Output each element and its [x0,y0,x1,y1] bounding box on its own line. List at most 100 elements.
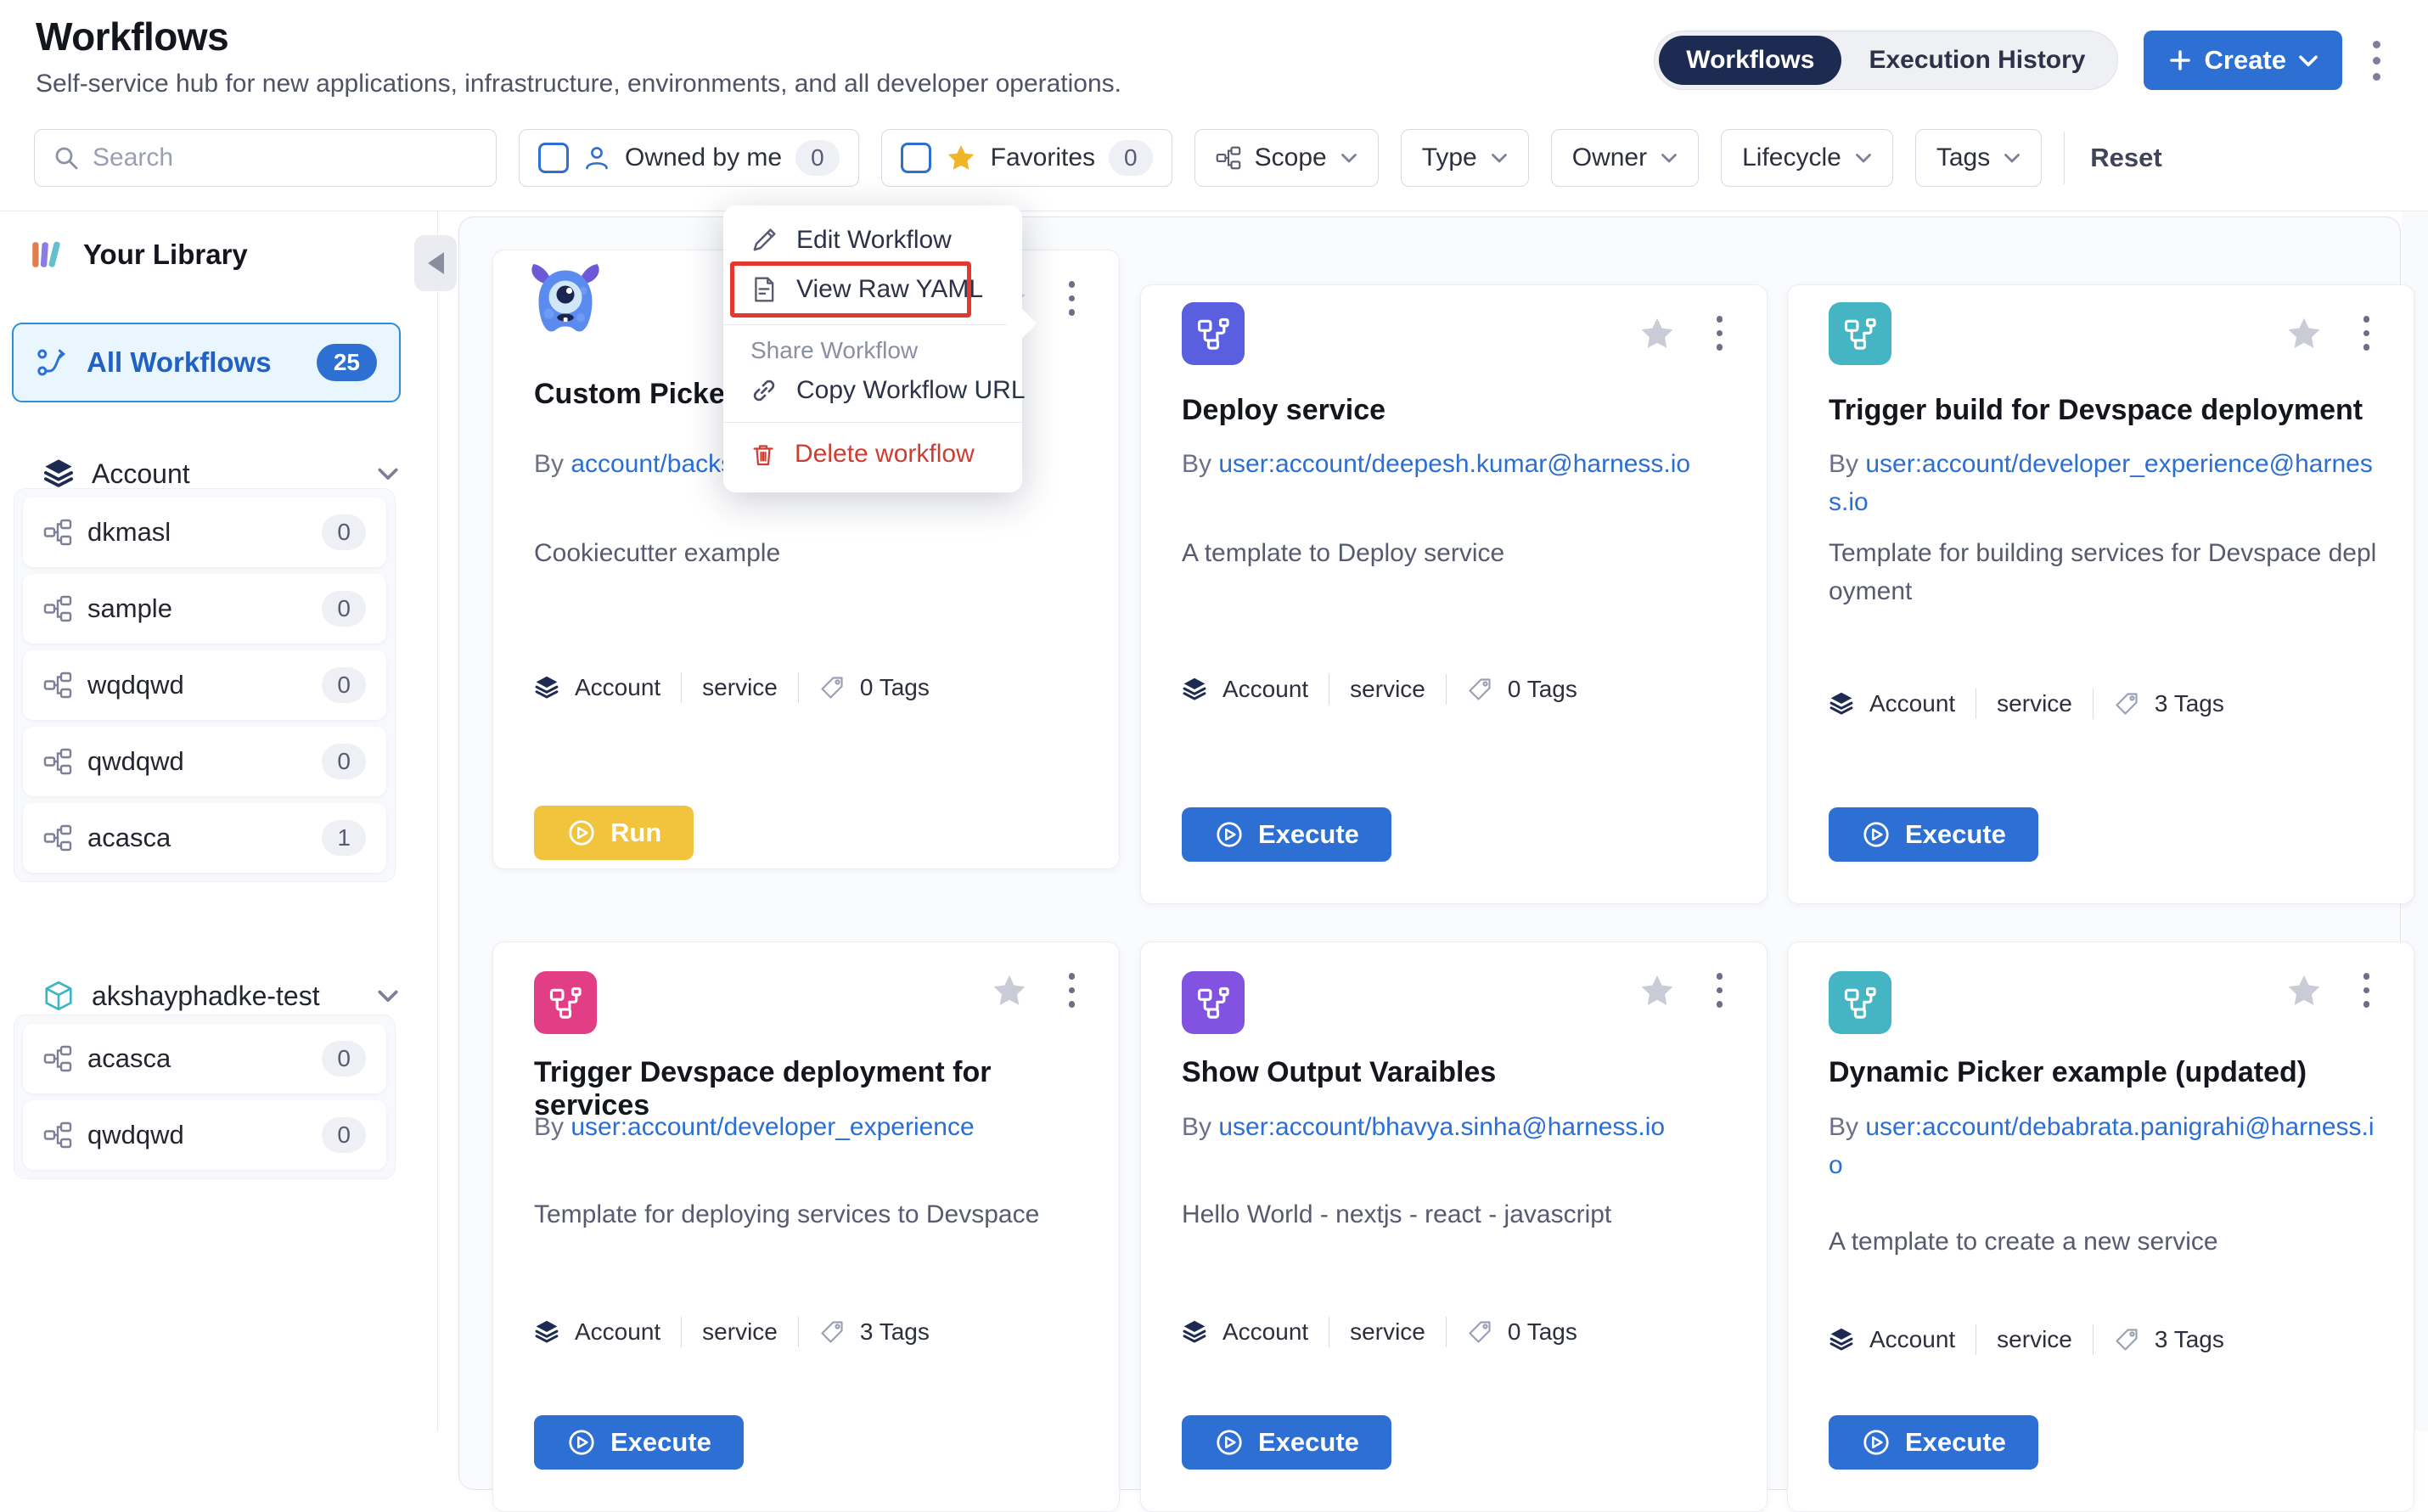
chevron-down-icon[interactable] [377,989,399,1003]
menu-item-copy-workflow-url[interactable]: Copy Workflow URL [723,368,1022,413]
owner-link[interactable]: user:account/debabrata.panigrahi@harness… [1829,1113,2375,1179]
sidebar-group-account[interactable]: Account [42,458,399,490]
card-overflow-menu[interactable] [2363,973,2370,1015]
owner-link[interactable]: user:account/deepesh.kumar@harness.io [1218,450,1690,478]
card-scope: Account [1869,1326,1955,1353]
chevron-down-icon[interactable] [377,467,399,481]
execute-button[interactable]: Execute [1182,1415,1391,1470]
create-button[interactable]: Create [2144,31,2343,90]
by-label: By [1182,450,1211,478]
favorites-checkbox[interactable] [901,143,931,173]
card-overflow-menu[interactable] [1069,973,1076,1015]
execute-button[interactable]: Execute [1182,807,1391,862]
library-sidebar: Your Library All Workflows 25 Account dk… [0,211,438,1431]
owner-link[interactable]: user:account/developer_experience@harnes… [1829,450,2373,516]
sidebar-collapse-button[interactable] [414,235,457,291]
workflow-tile-icon [1182,302,1245,365]
sidebar-item-qwdqwd[interactable]: qwdqwd 0 [23,727,386,796]
sidebar-item-qwdqwd-2[interactable]: qwdqwd 0 [23,1100,386,1170]
cube-icon [42,980,75,1012]
scope-dropdown-label: Scope [1255,143,1327,172]
reset-filters-button[interactable]: Reset [2090,143,2161,173]
sidebar-item-acasca[interactable]: acasca 1 [23,803,386,873]
owner-link[interactable]: account/backs [570,450,733,478]
card-tags: 0 Tags [1508,1318,1577,1346]
card-tags: 0 Tags [860,674,930,701]
sidebar-item-label: qwdqwd [87,1120,184,1150]
layers-icon [534,675,559,700]
sidebar-group-akshayphadke-test[interactable]: akshayphadke-test [42,980,399,1012]
create-button-label: Create [2205,45,2287,76]
card-type: service [702,1318,778,1346]
lifecycle-dropdown[interactable]: Lifecycle [1721,129,1893,187]
workflow-card-deploy-service[interactable]: Deploy service By user:account/deepesh.k… [1140,284,1768,904]
sidebar-item-label: wqdqwd [87,670,184,700]
sidebar-item-dkmasl[interactable]: dkmasl 0 [23,497,386,567]
run-button[interactable]: Run [534,806,694,860]
sidebar-item-acasca-2[interactable]: acasca 0 [23,1024,386,1093]
tags-dropdown[interactable]: Tags [1915,129,2042,187]
owner-dropdown[interactable]: Owner [1551,129,1699,187]
tab-execution-history[interactable]: Execution History [1841,36,2112,85]
sidebar-item-count: 0 [322,667,366,703]
tag-icon [1467,1319,1492,1345]
menu-divider [723,422,1022,423]
sidebar-item-sample[interactable]: sample 0 [23,574,386,644]
menu-item-edit-workflow[interactable]: Edit Workflow [723,217,1022,263]
execute-button[interactable]: Execute [534,1415,744,1470]
menu-item-view-raw-yaml[interactable]: View Raw YAML [723,263,1010,316]
menu-item-delete-workflow[interactable]: Delete workflow [723,431,1022,477]
favorite-star-icon[interactable] [2285,971,2324,1010]
card-scope: Account [575,674,660,701]
execute-button[interactable]: Execute [1829,807,2038,862]
card-description: Template for deploying services to Devsp… [534,1195,1083,1234]
favorites-filter[interactable]: Favorites 0 [881,129,1172,187]
sidebar-item-count: 0 [322,744,366,779]
chevron-down-icon [1661,153,1678,163]
view-toggle: Workflows Execution History [1654,31,2117,90]
tab-workflows[interactable]: Workflows [1659,36,1841,85]
favorite-star-icon[interactable] [1638,314,1677,353]
execute-button[interactable]: Execute [1829,1415,2038,1470]
sidebar-item-wqdqwd[interactable]: wqdqwd 0 [23,650,386,720]
play-icon [1861,819,1891,850]
monster-icon [534,269,597,332]
owner-link[interactable]: user:account/bhavya.sinha@harness.io [1218,1113,1665,1141]
sidebar-item-count: 0 [322,1117,366,1153]
group-name: Account [92,458,190,490]
filter-bar: Owned by me 0 Favorites 0 Scope Type Own… [34,129,2162,187]
owner-link[interactable]: user:account/developer_experience [570,1113,974,1141]
owned-by-me-filter[interactable]: Owned by me 0 [519,129,859,187]
owned-by-me-checkbox[interactable] [538,143,569,173]
org-icon [43,747,72,776]
tag-icon [2114,1327,2139,1352]
card-overflow-menu[interactable] [1069,281,1076,323]
play-icon [1214,1427,1245,1458]
owned-by-me-count: 0 [795,140,840,176]
search-input[interactable] [93,143,479,172]
card-type: service [1997,1326,2072,1353]
card-overflow-menu[interactable] [1717,973,1723,1015]
card-title: Trigger build for Devspace deployment [1829,394,2376,427]
plus-icon [2167,48,2193,73]
favorite-star-icon[interactable] [1638,971,1677,1010]
menu-item-view-raw-yaml-wrap: View Raw YAML [723,263,1022,316]
workflow-card-trigger-build[interactable]: Trigger build for Devspace deployment By… [1787,284,2414,904]
favorite-star-icon[interactable] [2285,314,2324,353]
card-overflow-menu[interactable] [2363,316,2370,358]
type-dropdown[interactable]: Type [1401,129,1529,187]
scope-dropdown[interactable]: Scope [1194,129,1379,187]
card-owner-line: By user:account/bhavya.sinha@harness.io [1182,1108,1731,1146]
execute-button-label: Execute [1905,1427,2006,1458]
card-scope: Account [1222,1318,1308,1346]
header-overflow-menu[interactable] [2368,36,2386,86]
pencil-icon [750,227,778,254]
card-description: A template to create a new service [1829,1223,2378,1261]
favorite-star-icon[interactable] [990,971,1029,1010]
card-overflow-menu[interactable] [1717,316,1723,358]
workflow-card-dynamic-picker[interactable]: Dynamic Picker example (updated) By user… [1787,941,2414,1512]
workflow-card-trigger-devspace[interactable]: Trigger Devspace deployment for services… [492,941,1120,1512]
workflow-card-show-output-variables[interactable]: Show Output Varaibles By user:account/bh… [1140,941,1768,1512]
sidebar-item-all-workflows[interactable]: All Workflows 25 [12,323,401,402]
card-title: Deploy service [1182,394,1729,427]
